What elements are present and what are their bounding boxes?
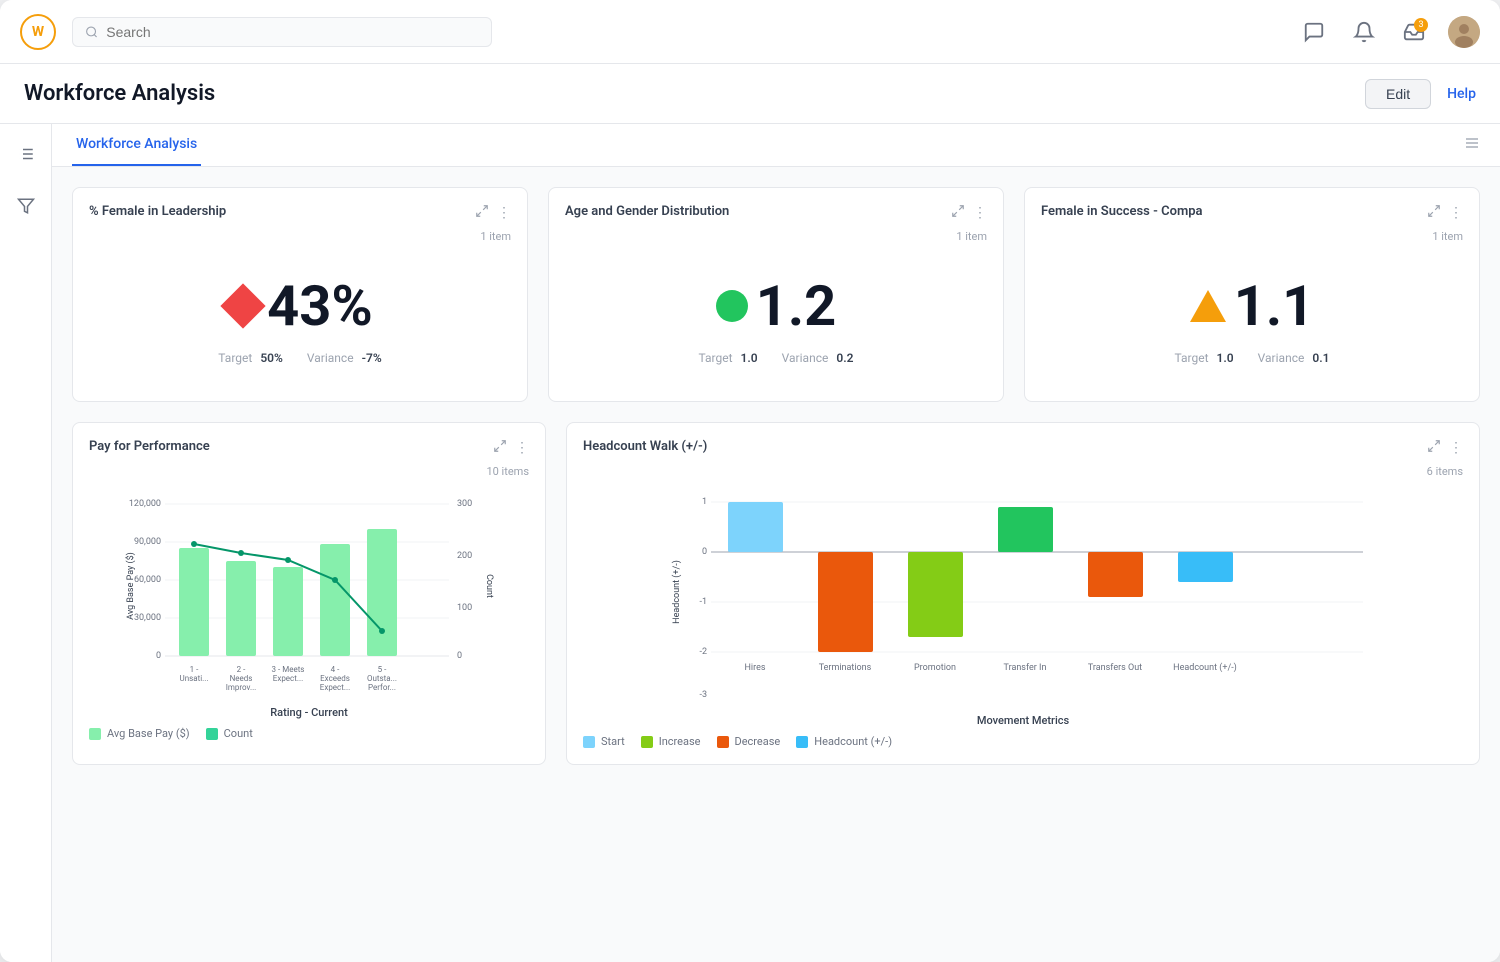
tab-menu-icon[interactable] xyxy=(1464,135,1480,155)
svg-text:0: 0 xyxy=(156,651,161,661)
svg-text:Improv...: Improv... xyxy=(226,683,257,692)
fs-item-count: 1 item xyxy=(1041,230,1463,243)
svg-text:Headcount (+/-): Headcount (+/-) xyxy=(1173,662,1237,673)
svg-text:1: 1 xyxy=(702,497,707,507)
headcount-walk-card: Headcount Walk (+/-) ⋮ 6 items xyxy=(566,422,1480,765)
pp-item-count: 10 items xyxy=(89,465,529,478)
app-logo[interactable]: W xyxy=(20,14,56,50)
avatar-icon xyxy=(1448,16,1480,48)
hcw-x-axis-title: Movement Metrics xyxy=(583,714,1463,727)
bell-button[interactable] xyxy=(1348,16,1380,48)
svg-text:Needs: Needs xyxy=(230,674,253,683)
help-link[interactable]: Help xyxy=(1447,86,1476,102)
menu-icon-pp[interactable]: ⋮ xyxy=(515,440,529,456)
fs-value: 1.1 xyxy=(1234,273,1315,339)
ag-item-count: 1 item xyxy=(565,230,987,243)
circle-icon xyxy=(716,290,748,322)
female-leadership-card: % Female in Leadership ⋮ 1 item xyxy=(72,187,528,402)
svg-text:90,000: 90,000 xyxy=(134,537,161,547)
svg-text:Transfer In: Transfer In xyxy=(1004,663,1047,673)
user-avatar[interactable] xyxy=(1448,16,1480,48)
sidebar-filter-icon[interactable] xyxy=(8,188,44,224)
hcw-item-count: 6 items xyxy=(583,465,1463,478)
menu-icon xyxy=(1464,135,1480,151)
expand-icon-fs[interactable] xyxy=(1427,204,1441,222)
svg-text:2 -: 2 - xyxy=(237,665,246,674)
bell-icon xyxy=(1353,21,1375,43)
svg-text:60,000: 60,000 xyxy=(134,575,161,585)
svg-text:1 -: 1 - xyxy=(190,665,199,674)
menu-icon-ag[interactable]: ⋮ xyxy=(973,205,987,221)
svg-text:4 -: 4 - xyxy=(331,665,340,674)
pp-legend: Avg Base Pay ($) Count xyxy=(89,727,529,740)
menu-icon-hcw[interactable]: ⋮ xyxy=(1449,440,1463,456)
female-success-card: Female in Success - Compa ⋮ 1 item xyxy=(1024,187,1480,402)
svg-text:Terminations: Terminations xyxy=(819,663,872,673)
svg-text:Promotion: Promotion xyxy=(914,663,956,673)
expand-icon-hcw[interactable] xyxy=(1427,439,1441,457)
expand-icon-ag[interactable] xyxy=(951,204,965,222)
chat-icon xyxy=(1303,21,1325,43)
pay-performance-chart: 120,000 90,000 60,000 30,000 0 300 200 1… xyxy=(89,486,529,706)
headcount-walk-title: Headcount Walk (+/-) xyxy=(583,439,707,454)
svg-text:5 -: 5 - xyxy=(378,665,387,674)
pp-x-axis-title: Rating - Current xyxy=(89,706,529,719)
svg-text:300: 300 xyxy=(457,499,472,509)
diamond-icon xyxy=(221,283,266,328)
svg-text:0: 0 xyxy=(702,547,707,557)
sidebar-list-icon[interactable] xyxy=(8,136,44,172)
menu-icon-fs[interactable]: ⋮ xyxy=(1449,205,1463,221)
search-bar[interactable] xyxy=(72,17,492,47)
list-icon xyxy=(17,145,35,163)
svg-text:Hires: Hires xyxy=(745,663,766,673)
svg-text:-2: -2 xyxy=(699,647,707,657)
svg-text:Expect...: Expect... xyxy=(320,683,350,692)
svg-text:120,000: 120,000 xyxy=(129,499,161,509)
female-leadership-title: % Female in Leadership xyxy=(89,204,226,219)
age-gender-title: Age and Gender Distribution xyxy=(565,204,729,219)
tab-workforce-analysis[interactable]: Workforce Analysis xyxy=(72,124,201,166)
svg-text:3 - Meets: 3 - Meets xyxy=(272,665,305,674)
age-gender-metric: 1.2 Target 1.0 Variance 0.2 xyxy=(565,243,987,385)
fl-item-count: 1 item xyxy=(89,230,511,243)
expand-icon-fl[interactable] xyxy=(475,204,489,222)
svg-text:100: 100 xyxy=(457,603,472,613)
inbox-button[interactable]: 3 xyxy=(1398,16,1430,48)
svg-text:-3: -3 xyxy=(699,690,707,700)
svg-text:-1: -1 xyxy=(699,597,707,607)
female-success-title: Female in Success - Compa xyxy=(1041,204,1203,219)
svg-text:0: 0 xyxy=(457,651,462,661)
search-input[interactable] xyxy=(106,24,479,40)
inbox-badge: 3 xyxy=(1414,18,1428,32)
age-gender-card: Age and Gender Distribution ⋮ 1 item xyxy=(548,187,1004,402)
svg-text:Transfers Out: Transfers Out xyxy=(1088,663,1142,673)
pay-performance-title: Pay for Performance xyxy=(89,439,210,454)
menu-icon-fl[interactable]: ⋮ xyxy=(497,205,511,221)
svg-text:30,000: 30,000 xyxy=(134,613,161,623)
svg-text:200: 200 xyxy=(457,551,472,561)
svg-text:Count: Count xyxy=(484,574,494,598)
page-title: Workforce Analysis xyxy=(24,81,1365,106)
fl-value: 43% xyxy=(267,273,373,339)
svg-text:Outsta...: Outsta... xyxy=(367,674,397,683)
female-leadership-metric: 43% Target 50% Variance -7% xyxy=(89,243,511,385)
svg-text:Headcount (+/-): Headcount (+/-) xyxy=(671,560,682,624)
ag-value: 1.2 xyxy=(756,273,837,339)
search-icon xyxy=(85,25,98,39)
female-success-metric: 1.1 Target 1.0 Variance 0.1 xyxy=(1041,243,1463,385)
expand-icon-pp[interactable] xyxy=(493,439,507,457)
triangle-icon xyxy=(1190,290,1226,322)
pay-performance-card: Pay for Performance ⋮ 10 items xyxy=(72,422,546,765)
svg-text:Perfor...: Perfor... xyxy=(368,683,396,692)
filter-icon xyxy=(17,197,35,215)
headcount-walk-chart: Headcount (+/-) 1 0 -1 -2 -3 xyxy=(583,482,1463,712)
hcw-legend: Start Increase Decrease xyxy=(583,735,1463,748)
svg-text:Exceeds: Exceeds xyxy=(320,674,350,683)
svg-text:Expect...: Expect... xyxy=(273,674,303,683)
svg-text:Unsati...: Unsati... xyxy=(180,674,209,683)
edit-button[interactable]: Edit xyxy=(1365,79,1431,109)
svg-text:Avg Base Pay ($): Avg Base Pay ($) xyxy=(125,552,136,620)
chat-button[interactable] xyxy=(1298,16,1330,48)
